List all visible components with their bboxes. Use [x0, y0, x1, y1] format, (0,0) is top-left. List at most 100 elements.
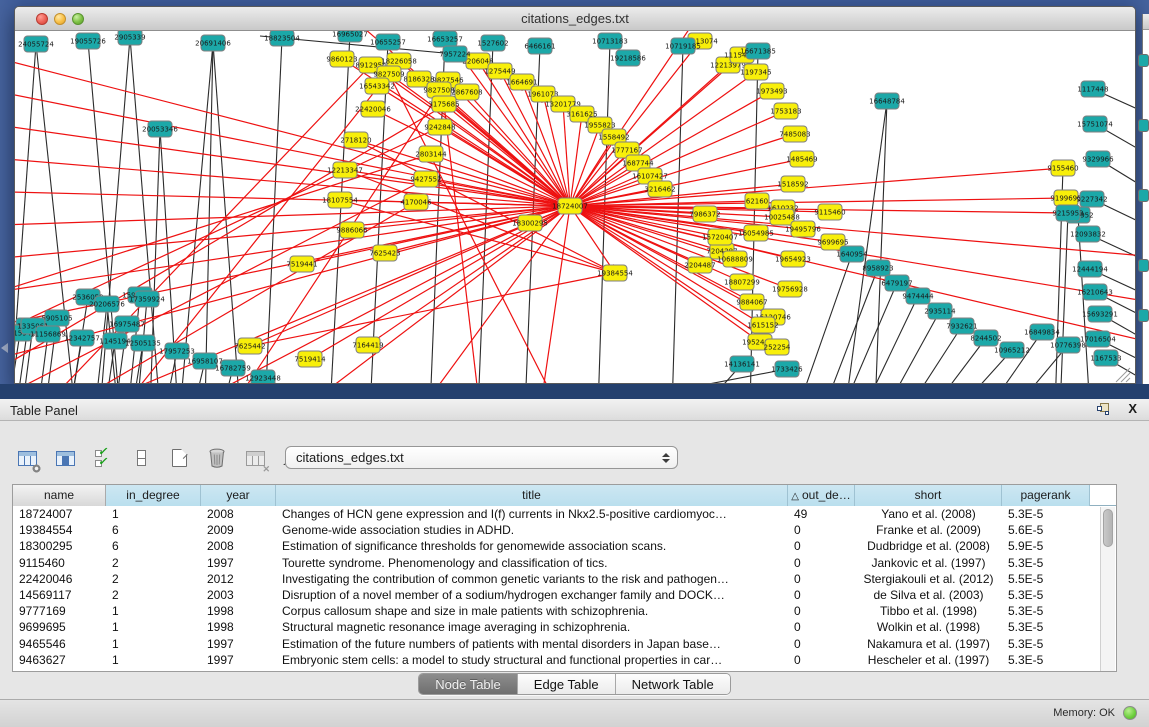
graph-node[interactable]: 10655257 — [370, 34, 406, 50]
graph-node[interactable]: 10713183 — [592, 33, 628, 49]
table-row[interactable]: 2242004622012Investigating the contribut… — [13, 571, 1116, 587]
column-header-short[interactable]: short — [855, 485, 1002, 506]
graph-node[interactable]: 1197345 — [740, 64, 771, 80]
graph-node[interactable]: 1753183 — [770, 103, 801, 119]
graph-node[interactable]: 9155460 — [1047, 160, 1078, 176]
graph-node[interactable]: 17359924 — [129, 291, 165, 307]
column-header-title[interactable]: title — [276, 485, 788, 506]
table-selector-dropdown[interactable]: citations_edges.txt — [285, 446, 678, 469]
row-height-button[interactable] — [128, 445, 154, 471]
graph-node[interactable]: 15751074 — [1077, 116, 1113, 132]
graph-node[interactable]: 2803144 — [415, 146, 447, 162]
graph-node[interactable]: 9242848 — [424, 119, 455, 135]
graph-node[interactable]: 1527602 — [477, 35, 508, 51]
graph-node[interactable]: 9427552 — [410, 171, 441, 187]
graph-node[interactable]: 9884067 — [736, 294, 767, 310]
graph-node[interactable]: 1640954 — [836, 246, 868, 262]
graph-node[interactable]: 7164419 — [352, 337, 383, 353]
table-panel-titlebar[interactable]: Table Panel X — [0, 399, 1149, 421]
graph-node[interactable]: 8244502 — [970, 330, 1001, 346]
graph-node[interactable]: 2204487 — [684, 257, 715, 273]
table-settings-button[interactable] — [14, 445, 40, 471]
graph-node[interactable]: 4170046 — [400, 194, 432, 210]
graph-node[interactable]: 9474444 — [902, 288, 934, 304]
table-row[interactable]: 946362711997Embryonic stem cells: a mode… — [13, 652, 1116, 668]
graph-node[interactable]: 16653257 — [427, 31, 463, 47]
graph-node[interactable]: 2905339 — [114, 31, 145, 45]
graph-node[interactable]: 20053346 — [142, 121, 178, 137]
graph-node[interactable]: 7625442 — [234, 338, 265, 354]
column-header-pagerank[interactable]: pagerank — [1002, 485, 1090, 506]
canvas-resize-grip[interactable] — [1116, 368, 1130, 382]
table-row[interactable]: 969969511998Structural magnetic resonanc… — [13, 619, 1116, 635]
graph-node[interactable]: 7957224 — [439, 46, 471, 62]
graph-node[interactable]: 10965212 — [994, 342, 1030, 358]
graph-node[interactable]: 7986372 — [689, 206, 720, 222]
graph-node[interactable]: 62160 — [745, 193, 769, 209]
column-header-year[interactable]: year — [201, 485, 276, 506]
float-panel-icon[interactable] — [1097, 403, 1111, 416]
selection-mode-button[interactable]: ✓ ✓ — [90, 445, 116, 471]
graph-node[interactable]: 19756928 — [772, 281, 808, 297]
graph-node[interactable]: 19654923 — [775, 251, 811, 267]
graph-node[interactable]: 20206576 — [89, 296, 125, 312]
column-header-in_degree[interactable]: in_degree — [106, 485, 201, 506]
graph-node[interactable]: 16975487 — [109, 316, 145, 332]
memory-status-indicator[interactable] — [1123, 706, 1137, 720]
graph-node[interactable]: 1167533 — [1090, 350, 1121, 366]
graph-node[interactable]: 7625423 — [369, 245, 400, 261]
graph-node[interactable]: 20691406 — [195, 35, 231, 51]
graph-node[interactable]: 8958923 — [862, 260, 893, 276]
graph-node[interactable]: 3175685 — [428, 96, 459, 112]
graph-node[interactable]: 1485469 — [786, 151, 817, 167]
collapsed-panel-arrow-icon[interactable] — [1, 343, 8, 353]
scrollbar-thumb[interactable] — [1103, 509, 1113, 547]
graph-node[interactable]: 15693291 — [1082, 306, 1118, 322]
graph-node[interactable]: 252254 — [764, 339, 791, 355]
graph-node[interactable]: 1518592 — [777, 176, 808, 192]
graph-node[interactable]: 7932621 — [946, 318, 977, 334]
table-row[interactable]: 1456911722003Disruption of a novel membe… — [13, 587, 1116, 603]
graph-node[interactable]: 16648784 — [869, 93, 905, 109]
graph-node[interactable]: 22420046 — [355, 101, 391, 117]
graph-node[interactable]: 19495796 — [785, 221, 821, 237]
table-row[interactable]: 977716911998Corpus callosum shape and si… — [13, 603, 1116, 619]
create-column-button[interactable] — [166, 445, 192, 471]
network-canvas[interactable]: 1872400798601238912954182260589827509165… — [15, 31, 1135, 383]
graph-node[interactable]: 3216462 — [644, 181, 675, 197]
graph-node[interactable]: 18823504 — [264, 31, 300, 46]
column-header-out_de[interactable]: △out_de… — [788, 485, 855, 506]
graph-node[interactable]: 1733426 — [771, 361, 803, 377]
background-network-window[interactable] — [1142, 14, 1149, 384]
graph-canvas[interactable]: 1872400798601238912954182260589827509165… — [15, 31, 1135, 383]
graph-node[interactable]: 7519414 — [294, 351, 326, 367]
graph-node[interactable]: 18107554 — [322, 192, 358, 208]
table-row[interactable]: 946554611997Estimation of the future num… — [13, 636, 1116, 652]
graph-node[interactable]: 1117448 — [1077, 81, 1108, 97]
column-header-name[interactable]: name — [13, 485, 106, 506]
graph-node[interactable]: 19055726 — [70, 33, 106, 49]
graph-node[interactable]: 1615152 — [747, 317, 778, 333]
graph-node[interactable]: 16965027 — [332, 31, 368, 42]
tab-network-table[interactable]: Network Table — [616, 674, 730, 694]
graph-node[interactable]: 19384554 — [597, 265, 633, 281]
graph-node[interactable]: 15720407 — [702, 229, 738, 245]
graph-node[interactable]: 9886066 — [336, 222, 368, 238]
network-view-window[interactable]: citations_edges.txt 18724007986012389129… — [14, 6, 1136, 384]
graph-node[interactable]: 2935114 — [924, 303, 956, 319]
table-row[interactable]: 1938455462009Genome-wide association stu… — [13, 522, 1116, 538]
network-window-titlebar[interactable]: citations_edges.txt — [15, 7, 1135, 31]
graph-node[interactable]: 9329966 — [1082, 151, 1114, 167]
graph-node[interactable]: 9227342 — [1076, 191, 1107, 207]
delete-table-button[interactable]: ✕ — [242, 445, 268, 471]
close-panel-icon[interactable]: X — [1128, 401, 1137, 416]
graph-node[interactable]: 7519441 — [286, 256, 317, 272]
tab-node-table[interactable]: Node Table — [419, 674, 518, 694]
graph-node[interactable]: 1973493 — [756, 83, 787, 99]
graph-node[interactable]: 14136141 — [724, 356, 760, 372]
tab-edge-table[interactable]: Edge Table — [518, 674, 616, 694]
graph-node[interactable]: 16849834 — [1024, 324, 1060, 340]
table-row[interactable]: 1872400712008Changes of HCN gene express… — [13, 506, 1116, 522]
graph-node[interactable]: 19218586 — [610, 50, 646, 66]
table-scrollbar[interactable] — [1100, 507, 1115, 671]
